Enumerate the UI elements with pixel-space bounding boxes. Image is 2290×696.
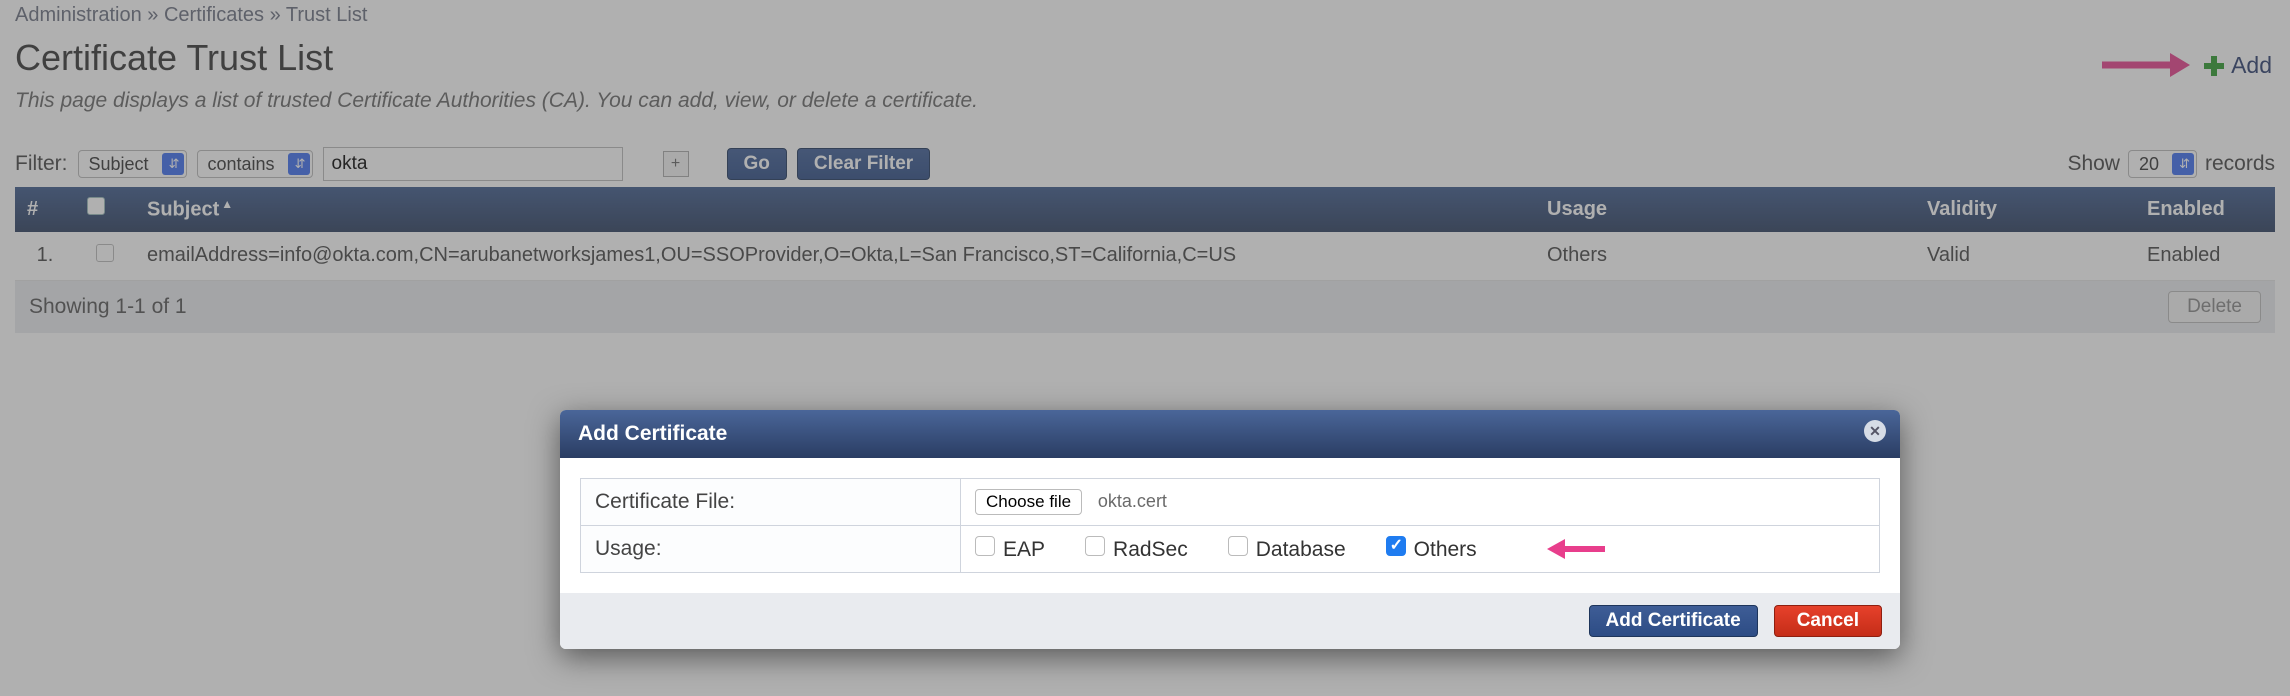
modal-header: Add Certificate ✕ — [560, 410, 1900, 458]
cancel-button[interactable]: Cancel — [1774, 605, 1882, 637]
file-name: okta.cert — [1098, 491, 1167, 511]
radsec-checkbox[interactable] — [1085, 536, 1105, 556]
cert-file-label: Certificate File: — [581, 479, 961, 526]
annotation-arrow-icon — [1547, 537, 1607, 561]
usage-label: Usage: — [581, 526, 961, 573]
database-checkbox[interactable] — [1228, 536, 1248, 556]
choose-file-button[interactable]: Choose file — [975, 489, 1082, 515]
others-checkbox[interactable] — [1386, 536, 1406, 556]
eap-checkbox[interactable] — [975, 536, 995, 556]
modal-footer: Add Certificate Cancel — [560, 593, 1900, 649]
add-certificate-modal: Add Certificate ✕ Certificate File: Choo… — [560, 410, 1900, 649]
close-icon[interactable]: ✕ — [1864, 420, 1886, 442]
add-certificate-button[interactable]: Add Certificate — [1589, 605, 1758, 637]
